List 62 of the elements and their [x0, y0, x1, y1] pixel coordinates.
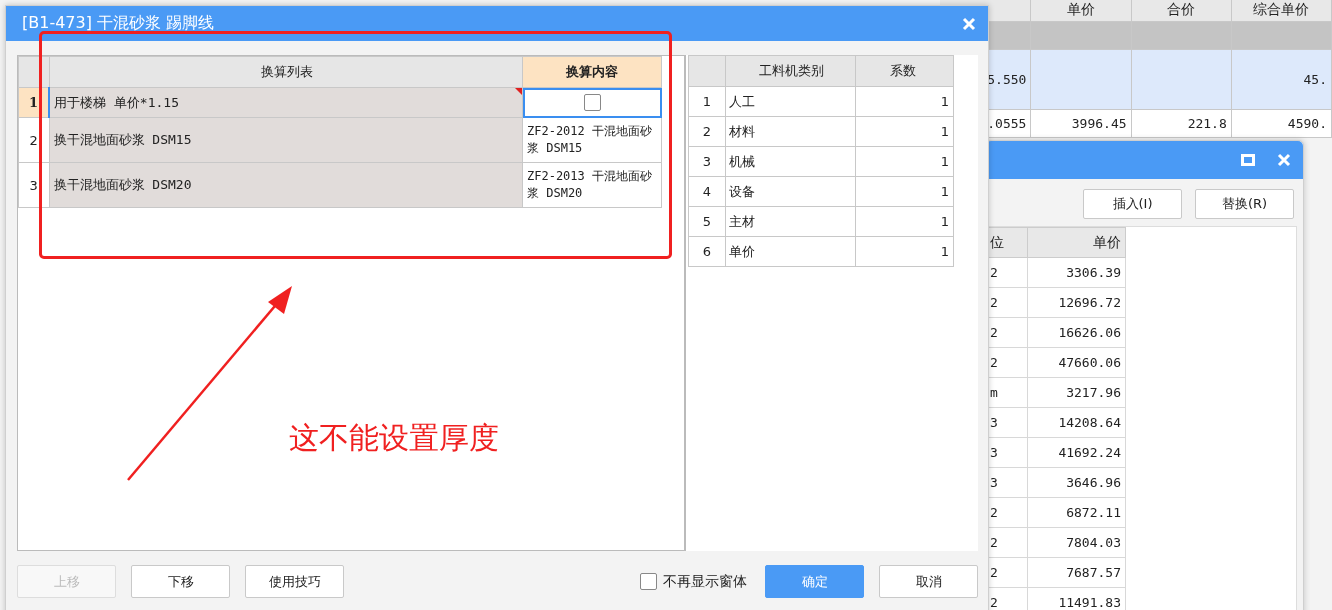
row-number: 5	[688, 206, 726, 237]
table-cell: 设备	[725, 176, 856, 207]
table-cell: 单价	[725, 236, 856, 267]
table-cell: 主材	[725, 206, 856, 237]
row-number: 1	[688, 86, 726, 117]
dialog-button[interactable]: 使用技巧	[245, 565, 344, 598]
table-cell: 3646.96	[1027, 467, 1126, 498]
column-header	[18, 56, 49, 88]
table-cell: 换干混地面砂浆 DSM15	[49, 117, 523, 163]
table-cell: 用于楼梯 单价*1.15	[49, 87, 523, 118]
column-header: 位	[987, 227, 1028, 258]
table-cell: 换干混地面砂浆 DSM20	[49, 162, 523, 208]
checkbox[interactable]	[640, 573, 657, 590]
table-cell: 14208.64	[1027, 407, 1126, 438]
column-header: 工料机类别	[725, 55, 856, 87]
column-header	[688, 55, 726, 87]
table-cell: 1	[855, 206, 954, 237]
row-number: 4	[688, 176, 726, 207]
maximize-icon[interactable]	[1241, 154, 1255, 166]
close-icon[interactable]	[962, 16, 976, 31]
table-cell: 1	[855, 236, 954, 267]
table-cell: 1	[855, 86, 954, 117]
column-header: 合价	[1131, 0, 1232, 22]
column-header: 换算内容	[522, 56, 662, 88]
column-header: 单价	[1027, 227, 1126, 258]
window-title: [B1-473] 干混砂浆 踢脚线	[22, 13, 215, 34]
table-cell: 16626.06	[1027, 317, 1126, 348]
table-cell-text: ZF2-2012 干混地面砂浆 DSM15	[527, 123, 654, 157]
table-cell: 1	[855, 176, 954, 207]
table-cell: 1	[855, 146, 954, 177]
row-number: 6	[688, 236, 726, 267]
table-cell: 12696.72	[1027, 287, 1126, 318]
table-cell: 7687.57	[1027, 557, 1126, 588]
column-header: 单价	[1031, 0, 1132, 22]
checkbox-label: 不再显示窗体	[663, 572, 747, 591]
column-header: 综合单价	[1231, 0, 1332, 22]
table-cell: 221.8	[1131, 110, 1232, 138]
dialog-button[interactable]: 取消	[879, 565, 978, 598]
row-number: 3	[688, 146, 726, 177]
table-cell-text: ZF2-2013 干混地面砂浆 DSM20	[527, 168, 654, 202]
table-cell: 3217.96	[1027, 377, 1126, 408]
annotation-text: 这不能设置厚度	[289, 419, 499, 457]
dialog-button[interactable]: 插入(I)	[1083, 189, 1182, 219]
table-cell: 3996.45	[1031, 110, 1132, 138]
table-cell: 材料	[725, 116, 856, 147]
table-cell: 45.	[1231, 50, 1332, 110]
table-cell: 3306.39	[1027, 257, 1126, 288]
table-cell: 41692.24	[1027, 437, 1126, 468]
row-number: 2	[688, 116, 726, 147]
table-cell: 人工	[725, 86, 856, 117]
table-cell: 1	[855, 116, 954, 147]
table-cell: 7804.03	[1027, 527, 1126, 558]
close-icon[interactable]	[1277, 153, 1291, 167]
dialog-button[interactable]: 下移	[131, 565, 230, 598]
table-cell: 6872.11	[1027, 497, 1126, 528]
table-cell: 47660.06	[1027, 347, 1126, 378]
table-cell: 机械	[725, 146, 856, 177]
dialog-button[interactable]: 替换(R)	[1195, 189, 1294, 219]
table-cell: 4590.	[1231, 110, 1332, 138]
column-header: 系数	[855, 55, 954, 87]
column-header: 换算列表	[49, 56, 523, 88]
checkbox[interactable]	[583, 94, 601, 111]
